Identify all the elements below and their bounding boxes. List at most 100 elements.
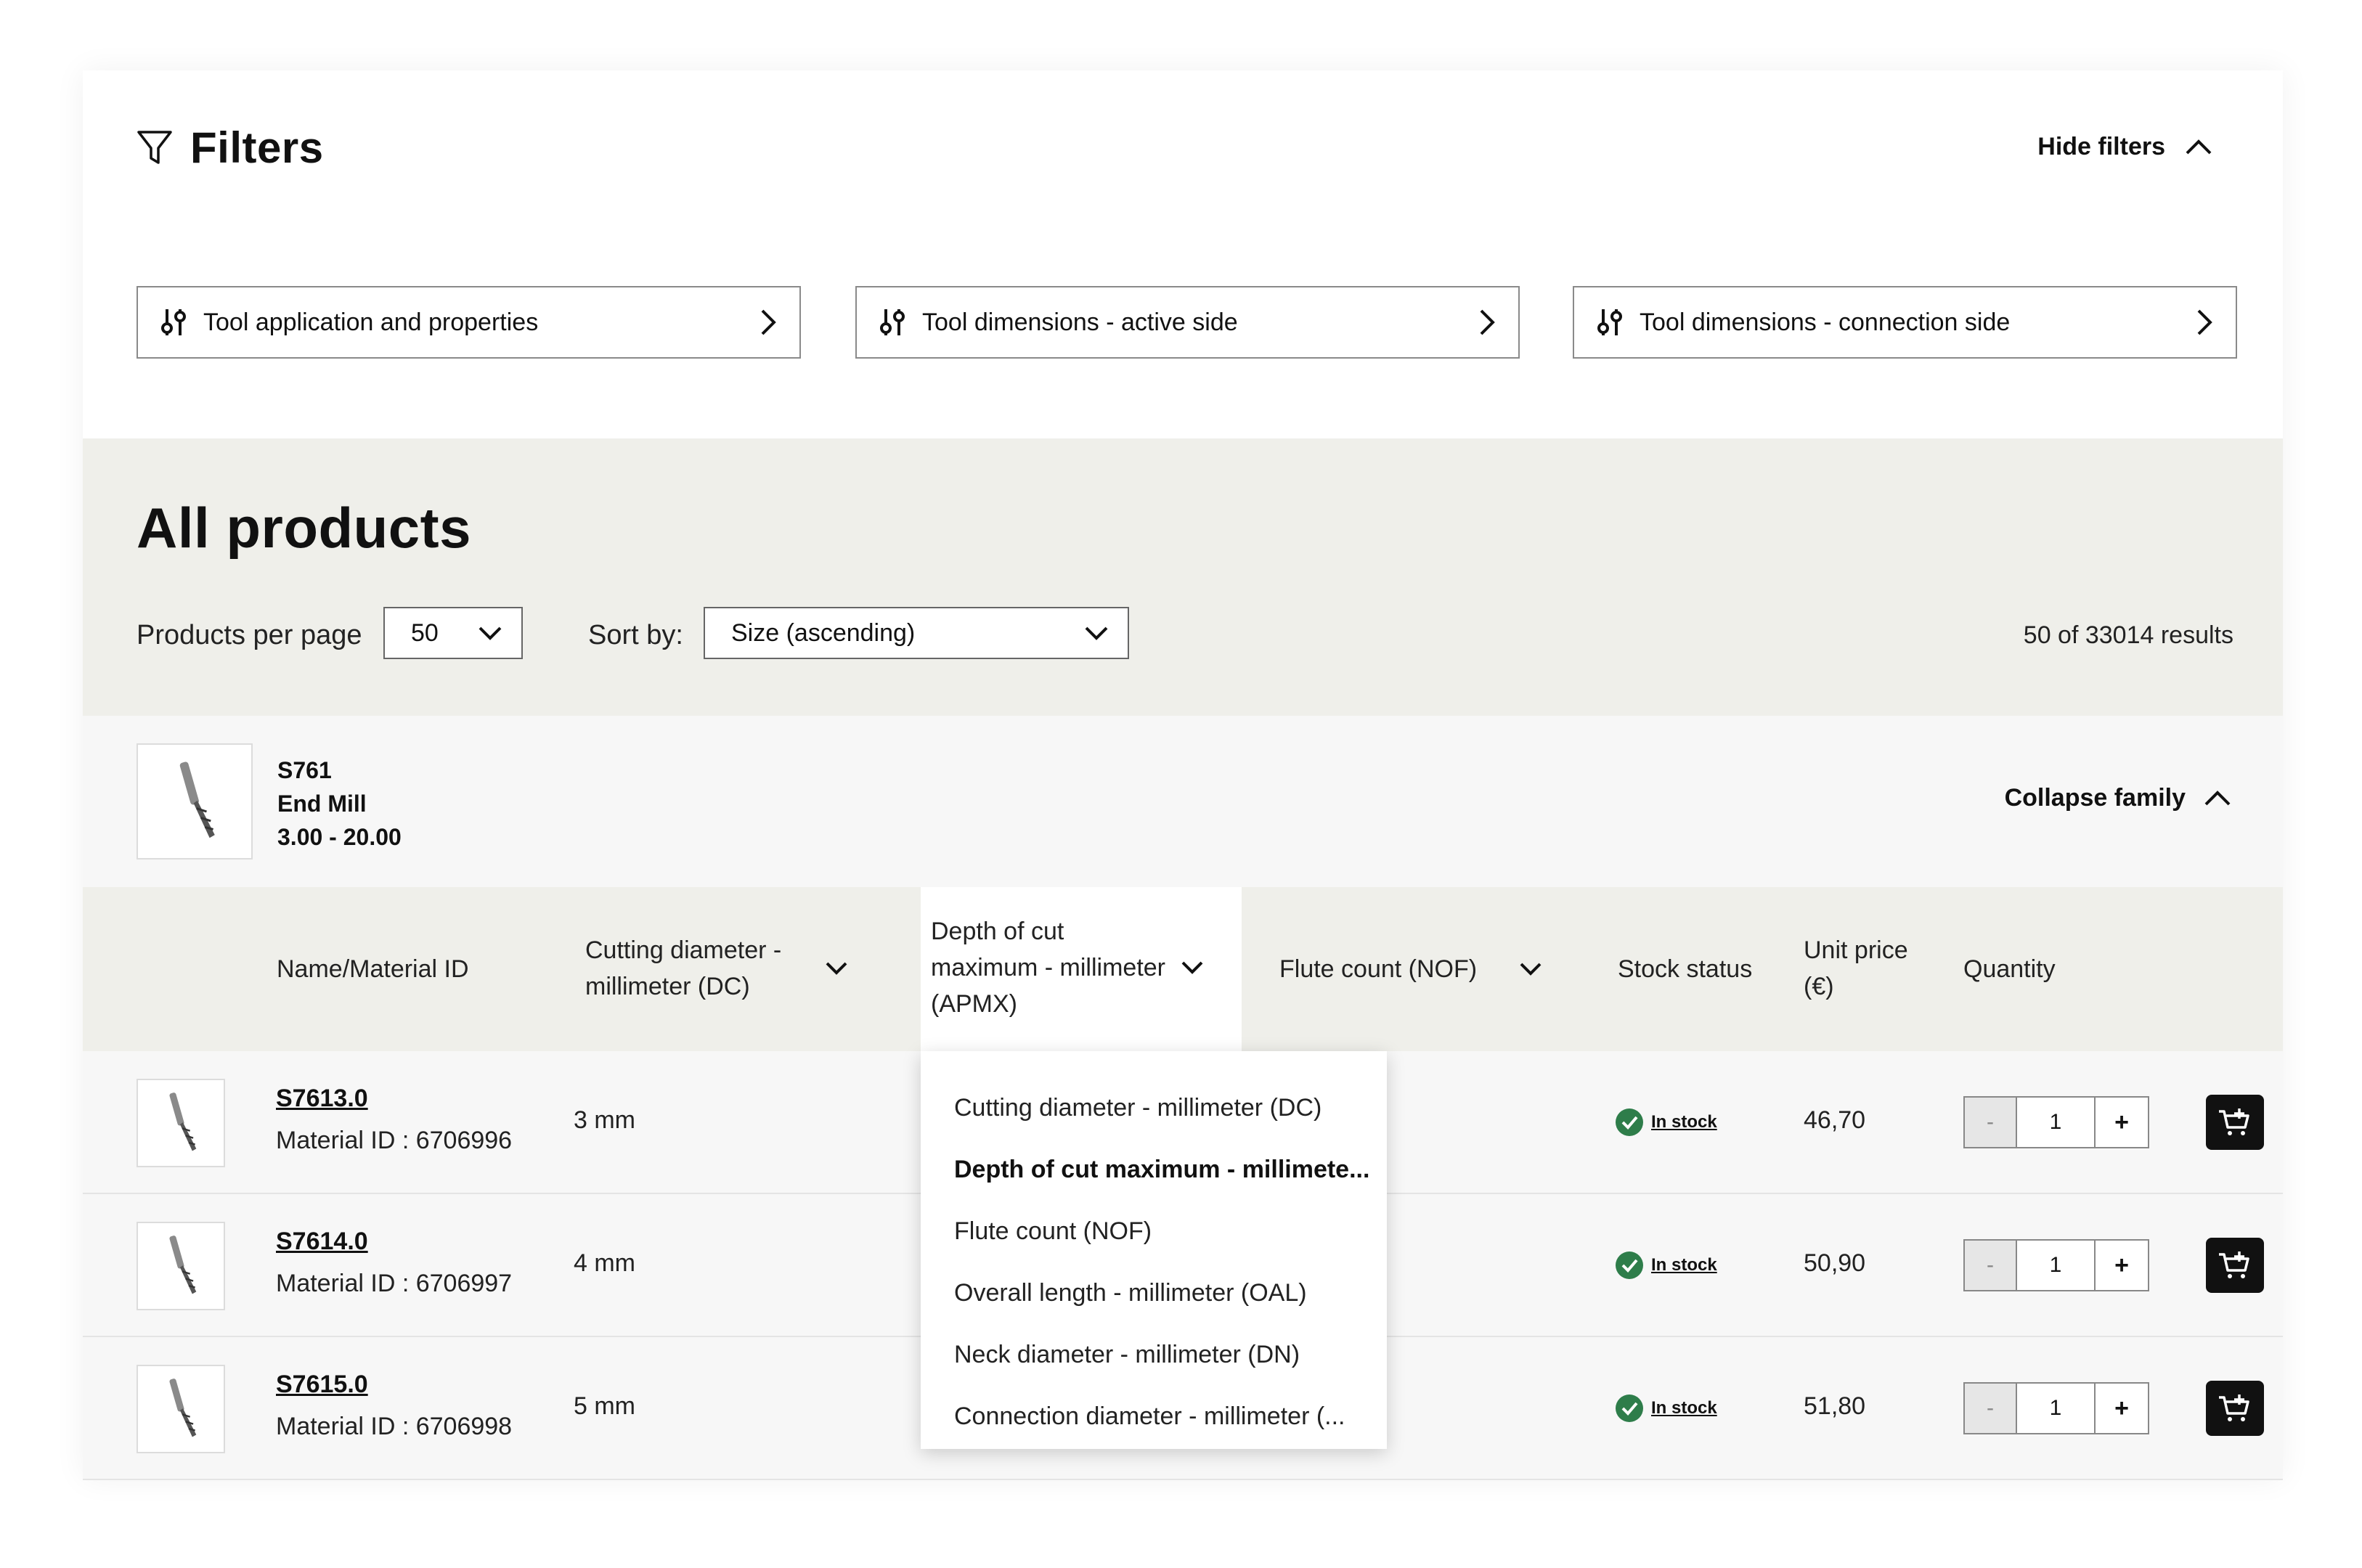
product-listing-card: Filters Hide filters Tool application an…: [83, 70, 2283, 1480]
hide-filters-label: Hide filters: [2037, 133, 2165, 160]
chevron-up-icon: [2186, 139, 2212, 154]
page-title: All products: [137, 496, 472, 560]
column-header-label: millimeter (DC): [585, 973, 750, 1000]
dropdown-item-flute-count[interactable]: Flute count (NOF): [921, 1201, 1387, 1262]
quantity-input[interactable]: 1: [2017, 1384, 2096, 1433]
column-header-cutting-diameter[interactable]: Cutting diameter - millimeter (DC): [585, 932, 848, 1005]
quantity-stepper: - 1 +: [1963, 1096, 2149, 1148]
chevron-down-icon: [1085, 626, 1108, 640]
cutting-diameter-value: 4 mm: [574, 1249, 635, 1277]
column-header-label: maximum - millimeter: [931, 954, 1165, 981]
product-family-header: S761 End Mill 3.00 - 20.00 Collapse fami…: [83, 716, 2283, 887]
products-per-page-value: 50: [411, 618, 439, 647]
cart-plus-icon: [2219, 1251, 2249, 1278]
products-per-page-select[interactable]: 50: [383, 607, 523, 659]
stock-status-link[interactable]: In stock: [1651, 1398, 1717, 1418]
filter-button-label: Tool dimensions - active side: [922, 308, 1238, 336]
check-circle-icon: [1616, 1251, 1643, 1279]
stock-status: In stock: [1615, 1108, 1717, 1137]
add-to-cart-button[interactable]: [2206, 1381, 2264, 1436]
filter-active-side-button[interactable]: Tool dimensions - active side: [855, 286, 1520, 359]
unit-price: 46,70: [1804, 1106, 1866, 1134]
collapse-family-button[interactable]: Collapse family: [2005, 784, 2232, 812]
chevron-down-icon: [826, 962, 847, 975]
quantity-decrease-button[interactable]: -: [1965, 1241, 2017, 1290]
cutting-diameter-value: 5 mm: [574, 1392, 635, 1420]
column-header-label: Cutting diameter -: [585, 936, 782, 964]
column-header-unit-price: Unit price (€): [1804, 932, 1908, 1005]
product-name-link[interactable]: S7615.0: [276, 1371, 368, 1399]
product-thumbnail: [137, 1365, 225, 1453]
family-thumbnail: [137, 743, 253, 859]
family-code: S761: [277, 757, 332, 783]
results-count: 50 of 33014 results: [2023, 621, 2233, 649]
filter-funnel-icon: [137, 130, 172, 164]
quantity-decrease-button[interactable]: -: [1965, 1098, 2017, 1147]
chevron-right-icon: [2197, 309, 2212, 335]
end-mill-image-icon: [169, 1236, 197, 1294]
table-header: Name/Material ID Cutting diameter - mill…: [83, 887, 2283, 1051]
column-header-label: Depth of cut: [931, 918, 1064, 945]
end-mill-image-icon: [169, 1379, 197, 1437]
product-name-link[interactable]: S7613.0: [276, 1085, 368, 1113]
quantity-increase-button[interactable]: +: [2096, 1241, 2148, 1290]
dropdown-item-depth-of-cut[interactable]: Depth of cut maximum - millimete...: [921, 1139, 1387, 1201]
sort-by-select[interactable]: Size (ascending): [704, 607, 1129, 659]
column-header-label: Flute count (NOF): [1279, 955, 1478, 983]
add-to-cart-button[interactable]: [2206, 1095, 2264, 1150]
add-to-cart-button[interactable]: [2206, 1238, 2264, 1293]
check-circle-icon: [1616, 1108, 1643, 1136]
material-id: Material ID : 6706998: [276, 1413, 513, 1440]
column-header-depth-of-cut[interactable]: Depth of cut maximum - millimeter (APMX): [931, 913, 1204, 1022]
chevron-right-icon: [761, 309, 776, 335]
family-info: S761 End Mill 3.00 - 20.00: [277, 754, 402, 854]
sort-by-value: Size (ascending): [731, 618, 916, 647]
filter-connection-side-button[interactable]: Tool dimensions - connection side: [1573, 286, 2237, 359]
filter-button-label: Tool application and properties: [203, 308, 539, 336]
stock-status-link[interactable]: In stock: [1651, 1112, 1717, 1132]
material-id: Material ID : 6706996: [276, 1127, 513, 1154]
product-name-link[interactable]: S7614.0: [276, 1228, 368, 1256]
filter-tool-application-button[interactable]: Tool application and properties: [137, 286, 801, 359]
stock-status-link[interactable]: In stock: [1651, 1255, 1717, 1275]
chevron-down-icon: [1181, 961, 1203, 974]
column-header-label: (APMX): [931, 990, 1017, 1018]
collapse-family-label: Collapse family: [2004, 784, 2186, 812]
quantity-input[interactable]: 1: [2017, 1241, 2096, 1290]
chevron-up-icon: [2204, 790, 2231, 805]
sliders-icon: [161, 309, 186, 335]
filter-button-label: Tool dimensions - connection side: [1640, 308, 2011, 336]
product-thumbnail: [137, 1222, 225, 1310]
unit-price: 51,80: [1804, 1392, 1866, 1420]
family-range: 3.00 - 20.00: [277, 824, 402, 850]
quantity-increase-button[interactable]: +: [2096, 1384, 2148, 1433]
end-mill-image-icon: [179, 761, 215, 838]
column-select-dropdown: Cutting diameter - millimeter (DC) Depth…: [921, 1051, 1387, 1449]
column-header-stock-status: Stock status: [1618, 955, 1753, 983]
products-per-page-label: Products per page: [137, 620, 362, 650]
chevron-down-icon: [1520, 963, 1542, 976]
unit-price: 50,90: [1804, 1249, 1866, 1277]
quantity-decrease-button[interactable]: -: [1965, 1384, 2017, 1433]
dropdown-item-neck-diameter[interactable]: Neck diameter - millimeter (DN): [921, 1324, 1387, 1386]
quantity-stepper: - 1 +: [1963, 1239, 2149, 1291]
sort-by-label: Sort by:: [588, 620, 683, 650]
hide-filters-button[interactable]: Hide filters: [2037, 133, 2213, 161]
filters-section: Filters Hide filters Tool application an…: [83, 70, 2283, 438]
cutting-diameter-value: 3 mm: [574, 1106, 635, 1134]
chevron-right-icon: [1480, 309, 1495, 335]
column-header-label: (€): [1804, 973, 1834, 1000]
products-header-section: All products Products per page 50 Sort b…: [83, 438, 2283, 716]
material-id: Material ID : 6706997: [276, 1270, 513, 1297]
dropdown-item-cutting-diameter[interactable]: Cutting diameter - millimeter (DC): [921, 1077, 1387, 1139]
dropdown-item-connection-diameter[interactable]: Connection diameter - millimeter (...: [921, 1386, 1387, 1447]
quantity-input[interactable]: 1: [2017, 1098, 2096, 1147]
product-thumbnail: [137, 1079, 225, 1167]
quantity-increase-button[interactable]: +: [2096, 1098, 2148, 1147]
end-mill-image-icon: [169, 1093, 197, 1151]
cart-plus-icon: [2219, 1395, 2249, 1421]
column-header-quantity: Quantity: [1963, 955, 2056, 983]
column-header-flute-count[interactable]: Flute count (NOF): [1279, 951, 1542, 987]
check-circle-icon: [1616, 1395, 1643, 1422]
dropdown-item-overall-length[interactable]: Overall length - millimeter (OAL): [921, 1262, 1387, 1324]
